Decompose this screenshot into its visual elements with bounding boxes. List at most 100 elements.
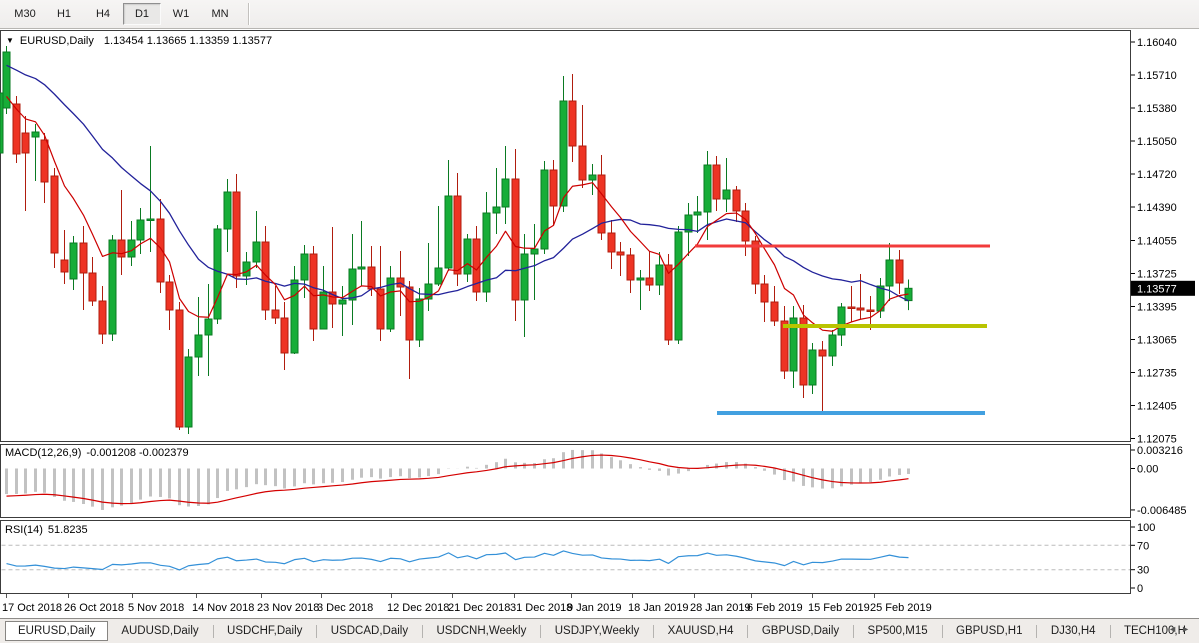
date-axis-label: 6 Feb 2019 [747,602,803,614]
price-axis-label: 1.12075 [1137,434,1177,446]
macd-histogram-bar [907,469,910,474]
price-axis-label: 1.16040 [1137,37,1177,49]
chart-tab-sp500-m15[interactable]: SP500,M15 [855,621,941,641]
macd-histogram-bar [24,469,27,494]
candle-body-bull [320,292,327,329]
chart-tab-gbpusd-daily[interactable]: GBPUSD,Daily [749,621,852,641]
macd-histogram-bar [303,469,306,484]
rsi-axis-label: 30 [1137,565,1149,577]
tab-scroll-arrows[interactable]: ◄► [1168,624,1194,634]
macd-histogram-bar [351,469,354,480]
macd-histogram-bar [34,469,37,492]
timeframe-button-h4[interactable]: H4 [84,3,122,25]
candle-body-bear [310,254,317,329]
candle-body-bear [781,321,788,371]
macd-name: MACD(12,26,9) [5,447,81,459]
macd-histogram-bar [677,469,680,474]
chart-tab-dj30-h4[interactable]: DJ30,H4 [1038,621,1109,641]
candle-body-bear [176,310,183,427]
rsi-axis-label: 70 [1137,540,1149,552]
timeframe-button-h1[interactable]: H1 [45,3,83,25]
chart-tab-usdjpy-weekly[interactable]: USDJPY,Weekly [542,621,653,641]
macd-histogram-bar [101,469,104,510]
candle-body-bull [195,335,202,357]
chart-tab-usdcnh-weekly[interactable]: USDCNH,Weekly [423,621,539,641]
date-axis-label: 5 Nov 2018 [128,602,184,614]
macd-histogram-bar [5,469,8,495]
macd-histogram-bar [408,469,411,479]
macd-histogram-bar [888,469,891,477]
macd-histogram-bar [178,469,181,506]
candle-body-bull [214,229,221,319]
chart-tab-usdcad-daily[interactable]: USDCAD,Daily [318,621,421,641]
timeframe-button-w1[interactable]: W1 [162,3,200,25]
price-axis-label: 1.15050 [1137,136,1177,148]
date-axis-label: 26 Oct 2018 [64,602,124,614]
candle-body-bear [281,318,288,353]
candle-body-bear [157,219,164,282]
tab-scroll-right-icon[interactable]: ► [1181,624,1194,634]
candle-body-bear [166,282,173,310]
macd-histogram-bar [600,453,603,468]
price-axis-label: 1.13395 [1137,302,1177,314]
candle-body-bull [243,262,250,276]
timeframe-button-m30[interactable]: M30 [6,3,44,25]
candle-body-bear [627,255,634,280]
macd-histogram-bar [274,469,277,487]
candle-body-bull [589,175,596,180]
price-axis-label: 1.12405 [1137,401,1177,413]
chart-tab-usdchf-daily[interactable]: USDCHF,Daily [214,621,315,641]
tab-scroll-left-icon[interactable]: ◄ [1168,624,1181,634]
price-axis-label: 1.15380 [1137,103,1177,115]
macd-histogram-bar [648,469,651,470]
timeframe-button-mn[interactable]: MN [201,3,239,25]
candle-body-bear [272,310,279,318]
rsi-axis-label: 0 [1137,583,1143,595]
macd-histogram-bar [207,469,210,505]
current-price-text: 1.13577 [1137,283,1177,295]
macd-histogram-bar [322,469,325,484]
macd-histogram-bar [360,469,363,478]
candle-body-bull [416,299,423,340]
candle-body-bull [838,307,845,335]
candle-body-bull [349,269,356,300]
chart-tab-audusd-daily[interactable]: AUDUSD,Daily [108,621,211,641]
date-axis-label: 25 Feb 2019 [870,602,932,614]
date-axis-label: 3 Dec 2018 [317,602,373,614]
rsi-indicator-label: RSI(14)51.8235 [5,524,88,536]
chart-tab-eurusd-daily[interactable]: EURUSD,Daily [5,621,108,641]
macd-histogram-bar [802,469,805,486]
main-chart-frame [1,31,1131,442]
candle-body-bear [512,179,519,300]
macd-histogram-bar [255,469,258,485]
macd-histogram-bar [159,469,162,497]
candle-body-bear [800,318,807,385]
candle-body-bear [579,146,586,180]
candle-body-bull [656,265,663,285]
macd-axis-label: 0.00 [1137,464,1158,476]
macd-histogram-bar [245,469,248,488]
chart-tab-gbpusd-h1[interactable]: GBPUSD,H1 [943,621,1035,641]
application-window: M30H1H4D1W1MN 1.160401.157101.153801.150… [0,0,1199,643]
candle-body-bull [637,278,644,280]
candle-body-bull [224,192,231,229]
candle-body-bull [675,232,682,340]
macd-histogram-bar [15,469,18,494]
price-axis-label: 1.14055 [1137,236,1177,248]
chart-title: ▼EURUSD,Daily1.13454 1.13665 1.13359 1.1… [6,35,272,47]
macd-histogram-bar [773,469,776,475]
date-axis-label: 31 Dec 2018 [510,602,572,614]
date-axis-label: 17 Oct 2018 [2,602,62,614]
candle-body-bear [89,273,96,301]
collapse-ohlc-icon[interactable]: ▼ [6,36,14,45]
candle-body-bull [541,170,548,249]
candle-body-bull [694,212,701,215]
price-axis-label: 1.13725 [1137,269,1177,281]
candle-body-bear [262,242,269,310]
timeframe-button-d1[interactable]: D1 [123,3,161,25]
candle-body-bull [445,196,452,268]
chart-tab-xauusd-h4[interactable]: XAUUSD,H4 [655,621,747,641]
candle-body-bull [358,267,365,269]
chart-canvas: 1.160401.157101.153801.150501.147201.143… [0,0,1199,643]
candle-body-bull [560,101,567,206]
